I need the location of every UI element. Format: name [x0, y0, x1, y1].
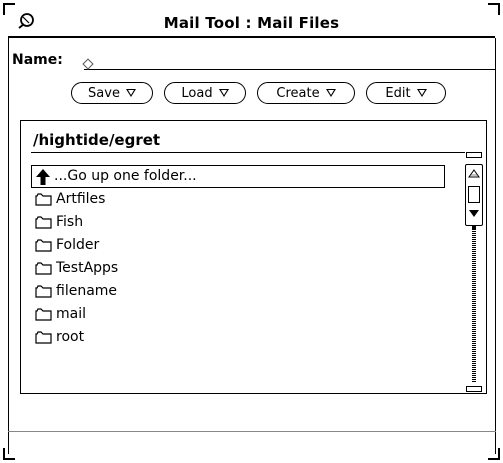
file-list: ...Go up one folder... Artfiles Fish Fol…	[31, 165, 445, 349]
menu-triangle-icon	[125, 89, 136, 97]
folder-name: filename	[56, 283, 118, 299]
list-item-folder[interactable]: mail	[31, 303, 445, 326]
current-path: /hightide/egret	[33, 131, 161, 149]
list-item-go-up[interactable]: ...Go up one folder...	[31, 165, 445, 188]
list-item-folder[interactable]: Folder	[31, 234, 445, 257]
path-divider	[31, 152, 465, 153]
save-button-label: Save	[88, 85, 120, 101]
list-item-folder[interactable]: Fish	[31, 211, 445, 234]
folder-icon	[35, 216, 52, 229]
scrollbar-bottom-cable-anchor[interactable]	[466, 386, 482, 392]
load-menu-button[interactable]: Load	[164, 82, 246, 104]
file-list-box: /hightide/egret ...Go up one folder... A…	[20, 120, 487, 394]
menu-triangle-icon	[325, 89, 336, 97]
folder-icon	[35, 239, 52, 252]
load-button-label: Load	[181, 85, 213, 101]
up-arrow-icon	[36, 168, 50, 185]
folder-icon	[35, 193, 52, 206]
folder-name: Fish	[56, 214, 84, 230]
list-item-folder[interactable]: Artfiles	[31, 188, 445, 211]
menu-triangle-icon	[416, 89, 427, 97]
title-bar[interactable]: Mail Tool : Mail Files	[8, 6, 495, 38]
go-up-label: ...Go up one folder...	[54, 168, 197, 184]
vertical-scrollbar[interactable]	[465, 150, 483, 394]
mail-files-window: Mail Tool : Mail Files Name: Save Load C…	[0, 0, 503, 463]
save-menu-button[interactable]: Save	[71, 82, 153, 104]
window-title: Mail Tool : Mail Files	[163, 14, 340, 32]
name-field[interactable]	[82, 50, 503, 71]
folder-icon	[35, 262, 52, 275]
folder-icon	[35, 331, 52, 344]
scroll-down-arrow-icon[interactable]	[468, 205, 480, 223]
create-button-label: Create	[276, 85, 320, 101]
list-item-folder[interactable]: filename	[31, 280, 445, 303]
name-input[interactable]	[84, 52, 503, 71]
folder-name: TestApps	[56, 260, 119, 276]
folder-name: root	[56, 329, 85, 345]
folder-icon	[35, 308, 52, 321]
folder-icon	[35, 285, 52, 298]
scroll-up-arrow-icon[interactable]	[468, 167, 480, 183]
scrollbar-cable[interactable]	[472, 230, 476, 382]
menu-triangle-icon	[218, 89, 229, 97]
folder-name: Folder	[56, 237, 100, 253]
scrollbar-elevator[interactable]	[465, 164, 483, 226]
list-item-folder[interactable]: root	[31, 326, 445, 349]
scroll-drag-area[interactable]	[468, 186, 480, 203]
edit-menu-button[interactable]: Edit	[366, 82, 446, 104]
footer-divider	[8, 431, 496, 432]
scrollbar-top-cable-anchor[interactable]	[466, 152, 482, 158]
name-label: Name:	[12, 52, 63, 68]
folder-name: mail	[56, 306, 86, 322]
create-menu-button[interactable]: Create	[257, 82, 355, 104]
button-row: Save Load Create Edit	[0, 82, 503, 108]
list-item-folder[interactable]: TestApps	[31, 257, 445, 280]
folder-name: Artfiles	[56, 191, 106, 207]
edit-button-label: Edit	[385, 85, 411, 101]
